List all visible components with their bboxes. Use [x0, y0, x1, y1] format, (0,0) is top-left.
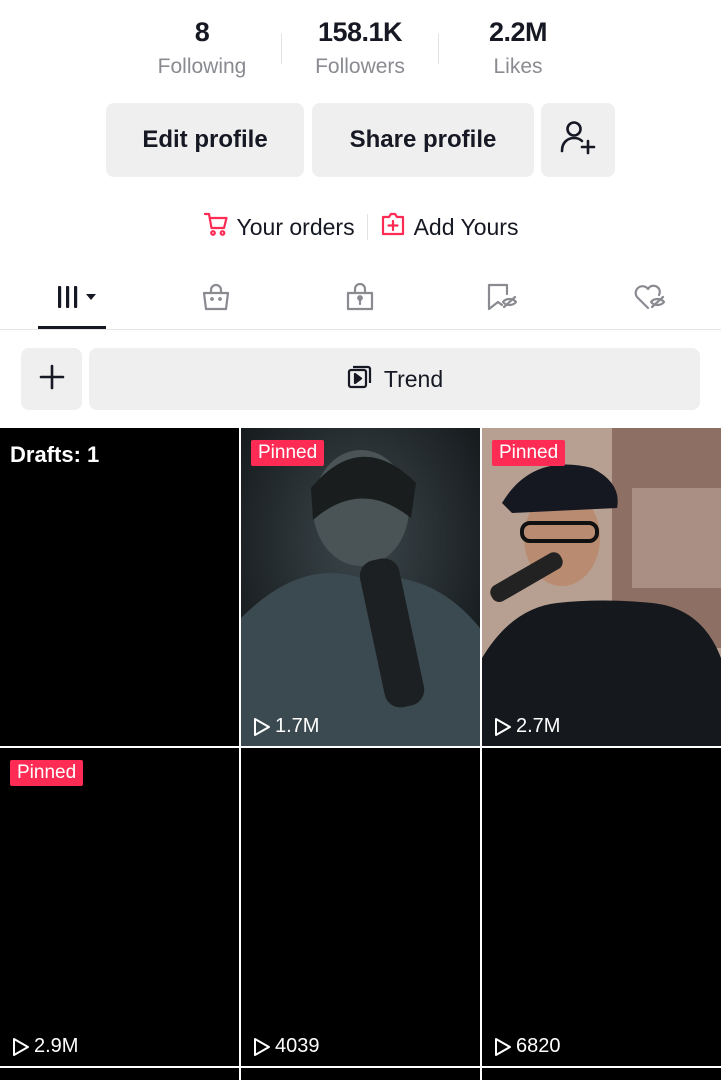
shortcut-divider [366, 214, 368, 240]
view-count: 2.9M [12, 1035, 78, 1058]
likes-count: 2.2M [488, 17, 548, 47]
pinned-badge: Pinned [251, 440, 325, 466]
add-collection-button[interactable] [21, 348, 82, 410]
stacked-play-icon [346, 362, 374, 396]
your-orders-label: Your orders [236, 213, 355, 240]
video-thumbnail[interactable]: Pinned 1.7M [241, 428, 480, 746]
view-count-text: 2.9M [34, 1035, 79, 1057]
trend-button[interactable]: Trend [89, 348, 700, 410]
trend-label: Trend [383, 365, 444, 392]
video-thumbnail[interactable] [0, 1068, 239, 1080]
likes-label: Likes [493, 55, 543, 78]
active-tab-indicator [38, 326, 106, 329]
bookmark-hidden-icon [484, 281, 520, 318]
likes-stat[interactable]: 2.2M Likes [438, 14, 598, 82]
add-yours-label: Add Yours [413, 213, 519, 240]
video-thumbnail-image [241, 428, 480, 746]
video-grid: Drafts: 1 Pinned 1.7M Pinned 2.7M Pinned… [0, 428, 721, 1080]
video-thumbnail[interactable]: 6820 [482, 748, 721, 1066]
your-orders-link[interactable]: Your orders [203, 211, 355, 243]
following-label: Following [157, 55, 247, 78]
pinned-badge: Pinned [10, 760, 84, 786]
tab-videos[interactable] [28, 270, 128, 329]
view-count-text: 6820 [516, 1035, 561, 1057]
add-friend-button[interactable] [541, 103, 615, 177]
share-profile-button[interactable]: Share profile [312, 103, 534, 177]
followers-stat[interactable]: 158.1K Followers [280, 14, 440, 82]
drafts-tile[interactable]: Drafts: 1 [0, 428, 239, 746]
person-add-icon [558, 117, 598, 164]
cart-icon [203, 211, 229, 243]
video-thumbnail[interactable]: Pinned 2.7M [482, 428, 721, 746]
pinned-badge: Pinned [492, 440, 566, 466]
play-icon [495, 717, 511, 736]
video-thumbnail[interactable]: Pinned 2.9M [0, 748, 239, 1066]
view-count: 1.7M [253, 715, 319, 738]
followers-count: 158.1K [317, 17, 403, 47]
view-count: 2.7M [494, 715, 560, 738]
shopping-bag-icon [200, 281, 232, 318]
video-thumbnail[interactable] [241, 1068, 480, 1080]
lock-bag-icon [344, 281, 376, 318]
tab-saved[interactable] [452, 270, 552, 328]
view-count: 6820 [494, 1035, 561, 1058]
collection-toolbar: Trend [0, 348, 721, 410]
tab-shop[interactable] [166, 270, 266, 328]
video-thumbnail[interactable] [482, 1068, 721, 1080]
plus-icon [38, 363, 66, 396]
video-thumbnail[interactable]: 4039 [241, 748, 480, 1066]
following-stat[interactable]: 8 Following [122, 14, 282, 82]
profile-stats: 8 Following 158.1K Followers 2.2M Likes [0, 14, 721, 94]
view-count: 4039 [253, 1035, 320, 1058]
edit-profile-button[interactable]: Edit profile [106, 103, 304, 177]
tab-liked[interactable] [600, 270, 700, 328]
profile-tabs [0, 270, 721, 330]
add-yours-link[interactable]: Add Yours [380, 211, 519, 243]
view-count-text: 4039 [275, 1035, 320, 1057]
profile-actions: Edit profile Share profile [0, 103, 721, 177]
view-count-text: 1.7M [275, 715, 320, 737]
heart-hidden-icon [632, 281, 668, 318]
play-icon [254, 1037, 270, 1056]
play-icon [13, 1037, 29, 1056]
play-icon [495, 1037, 511, 1056]
grid-menu-icon [50, 282, 106, 317]
video-thumbnail-image [482, 428, 721, 746]
plus-square-icon [380, 211, 406, 243]
shortcut-row: Your orders Add Yours [0, 205, 721, 249]
followers-label: Followers [315, 55, 405, 78]
following-count: 8 [194, 17, 210, 47]
play-icon [254, 717, 270, 736]
drafts-label: Drafts: 1 [10, 442, 100, 467]
tab-private[interactable] [310, 270, 410, 328]
view-count-text: 2.7M [516, 715, 561, 737]
